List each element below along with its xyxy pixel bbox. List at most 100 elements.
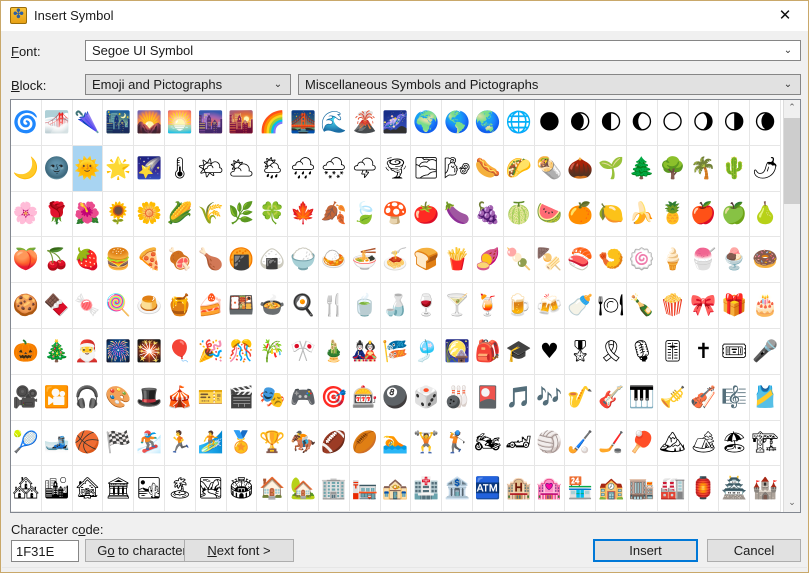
symbol-cell[interactable]: 🍦 — [657, 237, 689, 284]
symbol-cell[interactable]: 🎾 — [11, 420, 42, 467]
symbol-cell[interactable]: 🏇 — [288, 420, 319, 467]
symbol-cell[interactable]: 🍏 — [719, 191, 751, 238]
symbol-cell[interactable]: 🎙 — [626, 328, 658, 375]
symbol-cell[interactable]: 🎊 — [226, 328, 258, 375]
go-to-character-button[interactable]: Go to character — [85, 539, 199, 562]
symbol-cell[interactable]: 🌸 — [11, 191, 42, 238]
symbol-cell[interactable]: 🎿 — [41, 420, 73, 467]
symbol-cell[interactable]: 🌍 — [411, 100, 443, 146]
chevron-down-icon[interactable]: ⌄ — [780, 75, 796, 94]
symbol-cell[interactable]: 🌥 — [226, 145, 258, 192]
symbol-cell[interactable]: 🏗 — [750, 420, 781, 467]
symbol-cell[interactable]: 🌱 — [596, 145, 627, 192]
symbol-cell[interactable]: 🏤 — [380, 466, 412, 512]
symbol-cell[interactable]: 🍿 — [657, 283, 689, 329]
symbol-cell[interactable]: 🎩 — [134, 374, 165, 421]
symbol-cell[interactable]: 🎄 — [41, 328, 73, 375]
symbol-cell[interactable]: 🎮 — [288, 374, 319, 421]
symbol-cell[interactable]: 🏫 — [596, 466, 627, 512]
symbol-cell[interactable]: 🏛 — [103, 466, 135, 512]
symbol-cell[interactable]: 🏖 — [719, 420, 751, 467]
symbol-cell[interactable]: 🏚 — [72, 466, 104, 512]
symbol-cell[interactable]: 🌂 — [72, 100, 104, 146]
symbol-cell[interactable]: 🍬 — [72, 283, 104, 329]
symbol-grid[interactable]: 🌀 🌁 🌂 🌃 🌄 🌅 🌆 🌇 🌈 🌉 🌊 🌋 🌌 🌍 🌎 🌏 🌐 🌑 🌒 🌓 🌔 🌕 🌖 🌗 🌘 🌙 🌚 🌞 🌟 🌠 🌡 🌤 🌥 🌦 🌧 🌨 🌩 🌪 🌫 🌬… — [11, 100, 781, 512]
symbol-cell[interactable]: 🌮 — [503, 145, 535, 192]
symbol-cell[interactable]: 🏊 — [380, 420, 412, 467]
symbol-cell[interactable]: 🍳 — [288, 283, 319, 329]
symbol-cell[interactable]: 🎺 — [657, 374, 689, 421]
subset-combobox[interactable]: Miscellaneous Symbols and Pictographs ⌄ — [298, 74, 801, 95]
symbol-cell[interactable]: 🍆 — [442, 191, 473, 238]
symbol-cell[interactable]: 🌎 — [442, 100, 473, 146]
symbol-cell[interactable]: 🎫 — [195, 374, 227, 421]
symbol-cell[interactable]: 🎨 — [103, 374, 135, 421]
symbol-cell[interactable]: 🏅 — [226, 420, 258, 467]
symbol-cell[interactable]: 🏃 — [164, 420, 196, 467]
symbol-cell[interactable]: 🏰 — [750, 466, 781, 512]
symbol-cell[interactable]: 🎑 — [442, 328, 473, 375]
symbol-cell[interactable]: 🌺 — [72, 191, 104, 238]
symbol-cell[interactable]: 🍊 — [565, 191, 597, 238]
symbol-cell[interactable]: 🎐 — [411, 328, 443, 375]
symbol-cell[interactable]: 🌖 — [688, 100, 720, 146]
symbol-cell[interactable]: 🍲 — [257, 283, 289, 329]
symbol-cell[interactable]: 🌶 — [750, 145, 781, 192]
symbol-cell[interactable]: 🍌 — [626, 191, 658, 238]
symbol-cell[interactable]: 🌠 — [134, 145, 165, 192]
symbol-cell[interactable]: 🏭 — [657, 466, 689, 512]
symbol-cell[interactable]: 🎦 — [41, 374, 73, 421]
symbol-cell[interactable]: 🍩 — [750, 237, 781, 284]
symbol-cell[interactable]: 🌴 — [688, 145, 720, 192]
symbol-cell[interactable]: 🌋 — [349, 100, 381, 146]
symbol-cell[interactable]: 🌦 — [257, 145, 289, 192]
symbol-cell[interactable]: 🍠 — [472, 237, 504, 284]
symbol-cell[interactable]: 🏜 — [134, 466, 165, 512]
symbol-cell[interactable]: 🍹 — [472, 283, 504, 329]
symbol-cell[interactable]: 🍷 — [411, 283, 443, 329]
font-combobox[interactable]: Segoe UI Symbol ⌄ — [85, 40, 801, 61]
character-code-input[interactable] — [11, 540, 79, 562]
symbol-cell[interactable]: 🏍 — [472, 420, 504, 467]
symbol-cell[interactable]: 🏕 — [688, 420, 720, 467]
symbol-cell[interactable]: 🎧 — [72, 374, 104, 421]
symbol-cell[interactable]: 🎴 — [472, 374, 504, 421]
symbol-cell[interactable]: 🏌 — [442, 420, 473, 467]
symbol-cell[interactable]: 🏉 — [349, 420, 381, 467]
symbol-cell[interactable]: 🌼 — [134, 191, 165, 238]
chevron-down-icon[interactable]: ⌄ — [780, 41, 796, 60]
symbol-cell[interactable]: 🎅 — [72, 328, 104, 375]
symbol-cell[interactable]: 🌌 — [380, 100, 412, 146]
symbol-cell[interactable]: 🏔 — [657, 420, 689, 467]
symbol-cell[interactable]: 🍗 — [195, 237, 227, 284]
symbol-cell[interactable]: 🍙 — [257, 237, 289, 284]
symbol-cell[interactable]: 🏧 — [472, 466, 504, 512]
symbol-cell[interactable]: 🎗 — [596, 328, 627, 375]
symbol-cell[interactable]: 🌀 — [11, 100, 42, 146]
symbol-cell[interactable]: 🍢 — [534, 237, 566, 284]
symbol-cell-selected[interactable]: 🌞 — [72, 145, 104, 192]
symbol-cell[interactable]: 🎚 — [657, 328, 689, 375]
symbol-cell[interactable]: 🍪 — [11, 283, 42, 329]
symbol-cell[interactable]: 🎼 — [719, 374, 751, 421]
symbol-cell[interactable]: 🍓 — [72, 237, 104, 284]
symbol-cell[interactable]: 🏂 — [134, 420, 165, 467]
symbol-cell[interactable]: 🍻 — [534, 283, 566, 329]
symbol-cell[interactable]: 🌔 — [626, 100, 658, 146]
symbol-cell[interactable]: 🌳 — [657, 145, 689, 192]
symbol-cell[interactable]: 🏆 — [257, 420, 289, 467]
symbol-cell[interactable]: 🎭 — [257, 374, 289, 421]
symbol-cell[interactable]: 🎌 — [288, 328, 319, 375]
close-button[interactable]: ✕ — [762, 1, 808, 29]
symbol-cell[interactable]: 🍛 — [318, 237, 350, 284]
symbol-cell[interactable]: 🌭 — [472, 145, 504, 192]
symbol-cell[interactable]: 🌆 — [195, 100, 227, 146]
symbol-cell[interactable]: 🌪 — [380, 145, 412, 192]
symbol-cell[interactable]: 🍋 — [596, 191, 627, 238]
symbol-cell[interactable]: 🍰 — [195, 283, 227, 329]
symbol-cell[interactable]: 🏐 — [534, 420, 566, 467]
symbol-cell[interactable]: 🎇 — [134, 328, 165, 375]
symbol-cell[interactable]: 🍂 — [318, 191, 350, 238]
symbol-cell[interactable]: 🌡 — [164, 145, 196, 192]
symbol-cell[interactable]: 🍜 — [349, 237, 381, 284]
